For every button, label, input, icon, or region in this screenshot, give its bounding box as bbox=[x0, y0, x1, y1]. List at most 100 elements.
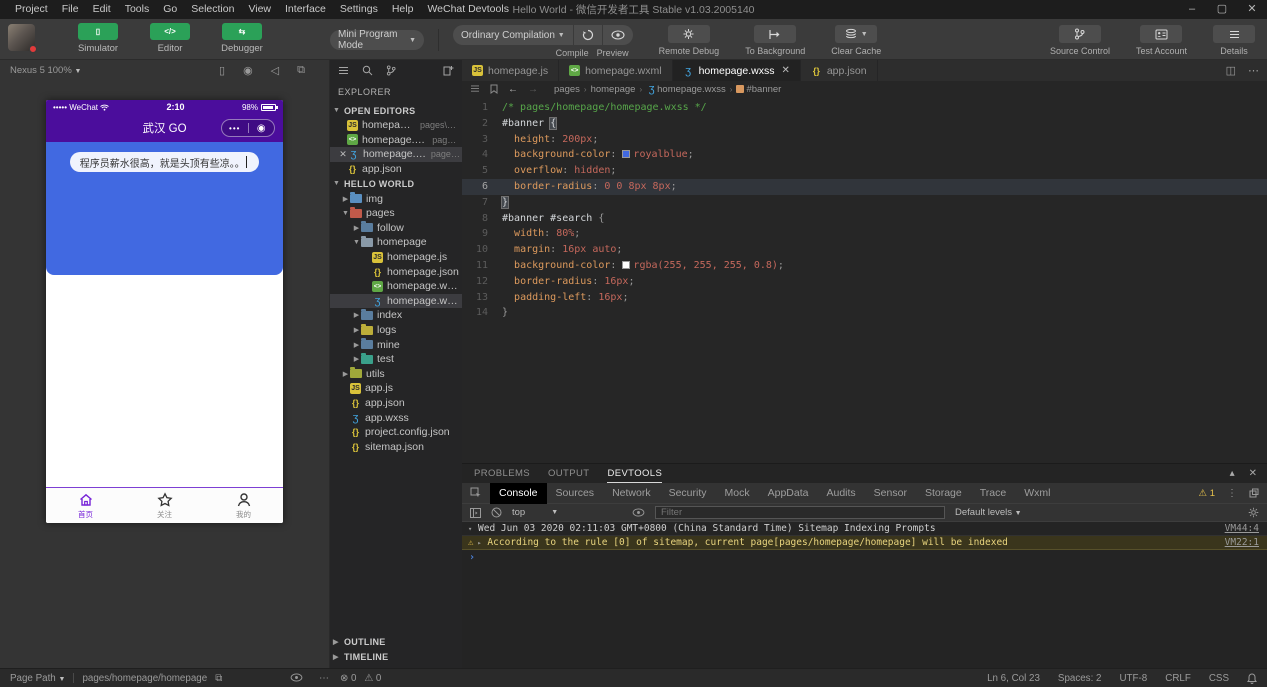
compile-mode-dropdown[interactable]: Ordinary Compilation ▼ bbox=[453, 25, 573, 45]
mode-button-debugger[interactable]: ⇆ Debugger bbox=[214, 23, 270, 54]
multi-window-icon[interactable]: ⧉ bbox=[297, 64, 305, 77]
panel-tab-problems[interactable]: PROBLEMS bbox=[474, 464, 530, 483]
search-input[interactable]: 程序员薪水很高，就是头顶有些凉。。 bbox=[69, 152, 260, 172]
tree-item-mine[interactable]: ▶ mine bbox=[330, 337, 462, 352]
frame-context-dropdown[interactable]: top ▼ bbox=[512, 507, 622, 518]
live-expression-icon[interactable] bbox=[632, 508, 645, 517]
indentation[interactable]: Spaces: 2 bbox=[1058, 673, 1102, 684]
open-editor-item[interactable]: JS homepage.js pages\ho... bbox=[330, 118, 462, 133]
error-count[interactable]: ⊗ 0 bbox=[340, 673, 356, 684]
files-icon[interactable] bbox=[338, 66, 349, 75]
collapse-panel-icon[interactable]: ▴ bbox=[1230, 468, 1235, 479]
tree-item-sitemap-json[interactable]: {} sitemap.json bbox=[330, 439, 462, 454]
tree-item-homepage-wxss[interactable]: ʒ homepage.wxss bbox=[330, 293, 462, 309]
open-editor-item[interactable]: <> homepage.wxml pages... bbox=[330, 133, 462, 148]
console-sidebar-icon[interactable] bbox=[470, 507, 481, 518]
menu-view[interactable]: View bbox=[241, 0, 278, 19]
timeline-header[interactable]: ▶ TIMELINE bbox=[330, 649, 462, 664]
tree-item-homepage-json[interactable]: {} homepage.json bbox=[330, 264, 462, 279]
open-editor-item[interactable]: {} app.json bbox=[330, 162, 462, 177]
outline-header[interactable]: ▶ OUTLINE bbox=[330, 634, 462, 649]
menu-edit[interactable]: Edit bbox=[86, 0, 118, 19]
kebab-menu-icon[interactable]: ⋮ bbox=[1227, 488, 1237, 499]
devtools-tab-audits[interactable]: Audits bbox=[817, 483, 864, 504]
mode-button-simulator[interactable]: ▯ Simulator bbox=[70, 23, 126, 54]
breadcrumb-item[interactable]: pages bbox=[554, 84, 580, 95]
open-editor-item[interactable]: ✕ʒ homepage.wxsspages\... bbox=[330, 147, 462, 162]
cursor-position[interactable]: Ln 6, Col 23 bbox=[987, 673, 1040, 684]
devtools-tab-sources[interactable]: Sources bbox=[547, 483, 604, 504]
menu-file[interactable]: File bbox=[55, 0, 86, 19]
panel-tab-devtools[interactable]: DEVTOOLS bbox=[607, 464, 663, 483]
panel-tab-output[interactable]: OUTPUT bbox=[548, 464, 589, 483]
breadcrumb-item[interactable]: #banner bbox=[736, 84, 781, 95]
console-filter-input[interactable] bbox=[655, 506, 945, 519]
devtools-tab-wxml[interactable]: Wxml bbox=[1015, 483, 1059, 504]
copy-path-icon[interactable]: ⧉ bbox=[215, 673, 222, 684]
exit-button[interactable]: ◉ bbox=[249, 123, 275, 134]
inspect-element-icon[interactable] bbox=[470, 487, 482, 499]
source-link[interactable]: VM44:4 bbox=[1225, 523, 1259, 534]
tree-item-img[interactable]: ▶ img bbox=[330, 191, 462, 206]
close-button[interactable]: ✕ bbox=[1237, 0, 1267, 19]
more-actions-icon[interactable]: ⋯ bbox=[1248, 64, 1259, 77]
tree-item-pages[interactable]: ▼ pages bbox=[330, 206, 462, 221]
menu-selection[interactable]: Selection bbox=[184, 0, 241, 19]
console-warning-row[interactable]: ⚠ ▸ According to the rule [0] of sitemap, … bbox=[462, 536, 1267, 550]
bell-icon[interactable] bbox=[1247, 672, 1257, 684]
phone-tab-person[interactable]: 我的 bbox=[204, 488, 283, 523]
devtools-tab-mock[interactable]: Mock bbox=[716, 483, 759, 504]
page-path-dropdown[interactable]: Page Path ▼ bbox=[10, 673, 65, 684]
expand-arrow[interactable]: ▾ bbox=[468, 525, 478, 533]
language-mode[interactable]: CSS bbox=[1209, 673, 1229, 684]
breadcrumb-item[interactable]: homepage bbox=[591, 84, 636, 95]
devtools-tab-security[interactable]: Security bbox=[660, 483, 716, 504]
forward-icon[interactable]: → bbox=[528, 84, 538, 95]
new-window-icon[interactable] bbox=[443, 65, 454, 76]
bookmark-icon[interactable] bbox=[490, 84, 498, 94]
log-levels-dropdown[interactable]: Default levels ▼ bbox=[955, 507, 1022, 518]
encoding[interactable]: UTF-8 bbox=[1119, 673, 1147, 684]
compile-button[interactable] bbox=[572, 25, 602, 45]
preview-button[interactable] bbox=[601, 25, 633, 45]
menu-settings[interactable]: Settings bbox=[333, 0, 385, 19]
scheme-dropdown[interactable]: Mini Program Mode ▼ bbox=[330, 29, 424, 51]
clear-console-icon[interactable] bbox=[491, 507, 502, 518]
device-selector[interactable]: Nexus 5 100% ▼ bbox=[10, 65, 81, 76]
tree-item-logs[interactable]: ▶ logs bbox=[330, 323, 462, 338]
search-icon[interactable] bbox=[362, 65, 373, 76]
tree-item-follow[interactable]: ▶ follow bbox=[330, 221, 462, 236]
console-settings-icon[interactable] bbox=[1248, 507, 1259, 518]
warning-count-badge[interactable]: ⚠ 1 bbox=[1199, 488, 1215, 499]
record-icon[interactable]: ◉ bbox=[243, 64, 253, 77]
tree-item-homepage-wxml[interactable]: <> homepage.wxml bbox=[330, 279, 462, 294]
menu-help[interactable]: Help bbox=[385, 0, 421, 19]
source-control-button[interactable]: Source Control bbox=[1050, 25, 1110, 56]
phone-tab-home[interactable]: 首页 bbox=[46, 488, 125, 523]
console-prompt[interactable]: › bbox=[462, 550, 1267, 564]
tree-item-test[interactable]: ▶ test bbox=[330, 352, 462, 367]
test-account-button[interactable]: Test Account bbox=[1136, 25, 1187, 56]
devtools-tab-console[interactable]: Console bbox=[490, 482, 547, 504]
close-tab-icon[interactable]: ✕ bbox=[781, 65, 789, 76]
tree-item-app-json[interactable]: {} app.json bbox=[330, 396, 462, 411]
rotate-device-icon[interactable]: ▯ bbox=[219, 64, 225, 77]
editor-tab-homepage-js[interactable]: JS homepage.js bbox=[462, 60, 560, 81]
menu-interface[interactable]: Interface bbox=[278, 0, 333, 19]
close-icon[interactable]: ✕ bbox=[338, 149, 348, 160]
project-root-header[interactable]: ▼ HELLO WORLD bbox=[330, 176, 462, 191]
tree-item-app-wxss[interactable]: ʒ app.wxss bbox=[330, 410, 462, 425]
devtools-tab-sensor[interactable]: Sensor bbox=[865, 483, 916, 504]
undock-icon[interactable] bbox=[1249, 488, 1259, 498]
editor-tab-homepage-wxml[interactable]: <> homepage.wxml bbox=[559, 60, 673, 81]
user-avatar[interactable] bbox=[8, 24, 37, 53]
tree-item-project-config-json[interactable]: {} project.config.json bbox=[330, 425, 462, 440]
console-log-row[interactable]: ▾ Wed Jun 03 2020 02:11:03 GMT+0800 (Chin… bbox=[462, 522, 1267, 536]
tree-item-homepage[interactable]: ▼ homepage bbox=[330, 235, 462, 250]
editor-tab-homepage-wxss[interactable]: ʒ homepage.wxss ✕ bbox=[672, 60, 801, 81]
menu-tools[interactable]: Tools bbox=[118, 0, 157, 19]
more-button[interactable]: ••• bbox=[222, 124, 248, 133]
tree-item-homepage-js[interactable]: JS homepage.js bbox=[330, 250, 462, 265]
devtools-tab-appdata[interactable]: AppData bbox=[759, 483, 818, 504]
details-button[interactable]: Details bbox=[1213, 25, 1255, 56]
